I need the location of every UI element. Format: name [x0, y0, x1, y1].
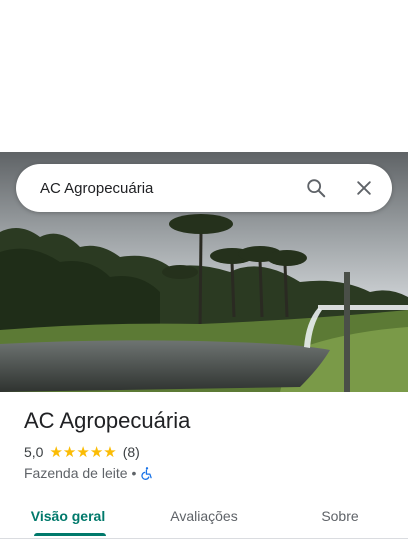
search-input[interactable]: AC Agropecuária: [40, 180, 292, 197]
star-icon: ★: [62, 443, 77, 461]
star-icon: ★: [89, 443, 104, 461]
tabs-divider: [0, 538, 408, 539]
map-blank-area: [0, 0, 408, 152]
search-icon: [307, 179, 326, 198]
place-category: Fazenda de leite: [24, 465, 128, 481]
close-button[interactable]: [340, 164, 388, 212]
search-button[interactable]: [292, 164, 340, 212]
star-icon: ★: [49, 443, 63, 461]
star-icon: ★: [76, 443, 90, 461]
tab-about[interactable]: Sobre: [272, 494, 408, 538]
star-rating: ★ ★ ★ ★ ★: [49, 445, 116, 460]
tab-reviews[interactable]: Avaliações: [136, 494, 272, 538]
rating-row[interactable]: 5,0 ★ ★ ★ ★ ★ (8): [24, 444, 140, 460]
place-tabs: Visão geral Avaliações Sobre: [0, 494, 408, 538]
star-icon: ★: [103, 443, 117, 461]
close-icon: [357, 181, 371, 195]
place-title: AC Agropecuária: [24, 408, 191, 433]
wheelchair-icon: [141, 467, 153, 480]
tab-overview[interactable]: Visão geral: [0, 494, 136, 538]
review-count[interactable]: (8): [123, 444, 140, 460]
separator-dot: •: [131, 465, 137, 481]
search-bar[interactable]: AC Agropecuária: [16, 164, 392, 212]
category-row: Fazenda de leite •: [24, 465, 154, 481]
rating-value: 5,0: [24, 444, 44, 460]
